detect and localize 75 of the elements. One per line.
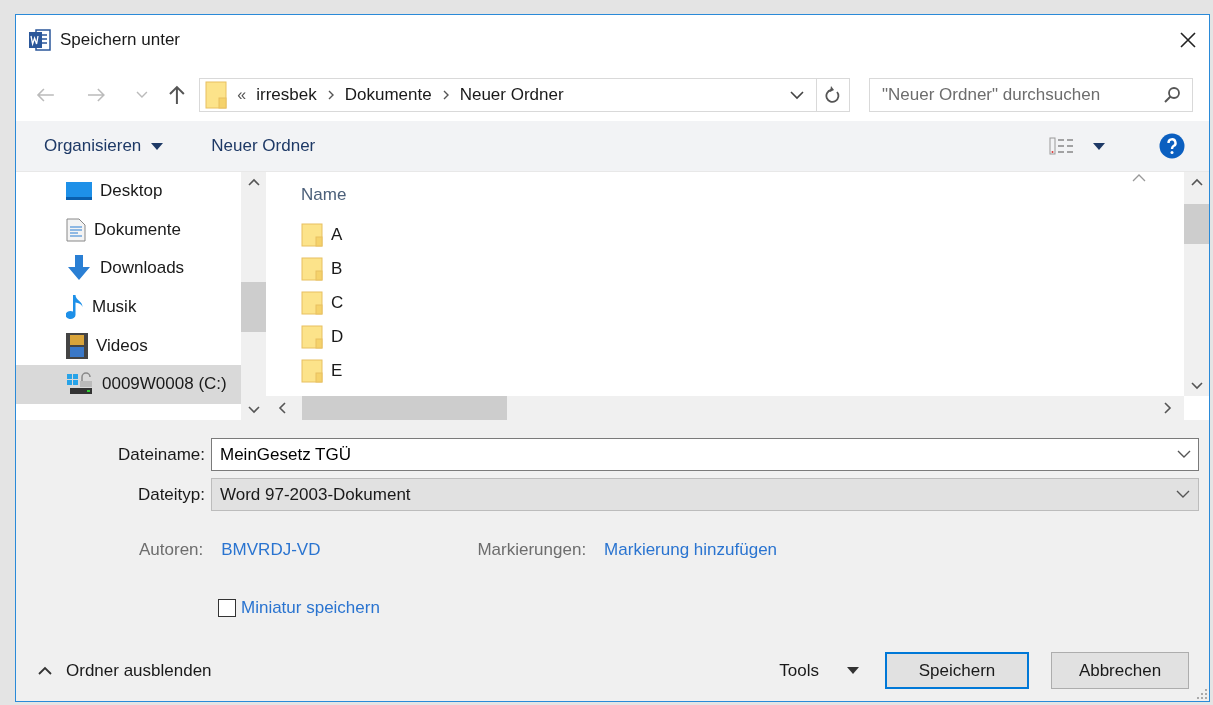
folder-icon	[301, 223, 323, 247]
dialog-button[interactable]: Speichern	[885, 652, 1029, 689]
tools-menu-button[interactable]: Tools	[779, 660, 859, 681]
file-name[interactable]: E	[331, 361, 343, 381]
hide-folders-button[interactable]: Ordner ausblenden	[38, 660, 212, 681]
download-arrow-icon	[66, 255, 92, 282]
folder-icon	[301, 257, 323, 281]
link[interactable]: Markierung hinzufügen	[604, 540, 778, 560]
scrollbar-thumb[interactable]	[302, 396, 507, 420]
chevron-down-icon[interactable]	[247, 406, 260, 414]
word-icon	[28, 28, 52, 52]
breadcrumb[interactable]: Dokumente	[344, 85, 432, 105]
chevron-right-icon[interactable]	[326, 89, 335, 101]
folder-icon	[301, 359, 323, 383]
field-label: Dateiname:	[117, 444, 206, 465]
chevron-up-icon	[38, 666, 52, 675]
dialog-button[interactable]: Abbrechen	[1051, 652, 1189, 689]
nav-item[interactable]: Desktop	[16, 172, 241, 211]
film-strip-icon	[66, 332, 88, 359]
breadcrumb[interactable]: irresbek	[256, 85, 317, 105]
new-folder-button[interactable]: Neuer Ordner	[211, 136, 316, 156]
chevron-up-icon[interactable]	[1190, 178, 1203, 186]
scrollbar[interactable]	[241, 172, 266, 420]
column-header[interactable]: Name	[301, 185, 347, 205]
chevron-down-icon[interactable]	[1190, 382, 1203, 390]
caret-icon	[847, 667, 859, 674]
folder-icon	[301, 325, 323, 349]
sort-caret-icon	[1132, 174, 1146, 182]
chevron-down-icon[interactable]	[790, 90, 805, 100]
nav-item[interactable]: Musik	[16, 287, 241, 327]
scrollbar-thumb[interactable]	[241, 282, 266, 332]
address-bar[interactable]: « irresbek Dokumente Neuer Ordner	[199, 78, 851, 112]
organize-menu-button[interactable]: Organisieren	[44, 136, 164, 156]
drive-icon	[66, 372, 94, 397]
chevron-up-icon[interactable]	[247, 178, 260, 186]
filename-field[interactable]: MeinGesetz TGÜ	[211, 438, 1199, 471]
music-note-icon	[66, 294, 84, 321]
close-icon[interactable]	[1179, 31, 1197, 49]
field-label: Dateityp:	[136, 484, 206, 505]
nav-item[interactable]: Downloads	[16, 249, 241, 288]
chevron-right-icon[interactable]	[441, 89, 450, 101]
field-label: Autoren:	[139, 540, 204, 560]
file-name[interactable]: C	[331, 293, 344, 313]
caret-icon	[151, 142, 164, 150]
resize-grip-icon[interactable]	[1197, 689, 1207, 699]
document-icon	[66, 217, 86, 242]
folder-icon	[205, 81, 228, 109]
field-label: Markierungen:	[477, 540, 587, 560]
chevron-right-icon[interactable]	[1164, 402, 1172, 414]
file-type-dropdown[interactable]: Word 97-2003-Dokument	[211, 478, 1199, 511]
help-icon[interactable]	[1159, 133, 1185, 159]
breadcrumb[interactable]: Neuer Ordner	[459, 85, 564, 105]
desktop-icon	[66, 181, 92, 202]
nav-item[interactable]: Videos	[16, 326, 241, 365]
link[interactable]: BMVRDJ-VD	[221, 540, 321, 560]
folder-icon	[301, 291, 323, 315]
nav-item[interactable]: Dokumente	[16, 210, 241, 250]
checkbox-label[interactable]: Miniatur speichern	[241, 598, 380, 618]
search-icon	[1163, 86, 1182, 104]
file-name[interactable]: B	[331, 259, 343, 279]
caret-icon[interactable]	[1093, 142, 1105, 150]
chevron-down-icon[interactable]	[1176, 490, 1190, 499]
refresh-icon[interactable]	[825, 86, 842, 104]
overflow-chevron[interactable]: «	[237, 86, 247, 104]
file-name[interactable]: A	[331, 225, 343, 245]
checkbox[interactable]	[218, 599, 236, 617]
scrollbar-thumb[interactable]	[1184, 204, 1209, 244]
chevron-down-icon[interactable]	[1177, 450, 1191, 459]
file-name[interactable]: D	[331, 327, 344, 347]
scrollbar[interactable]	[1184, 172, 1209, 396]
nav-item[interactable]: 0009W0008 (C:)	[16, 364, 241, 404]
up-arrow-icon[interactable]	[167, 85, 186, 105]
chevron-left-icon[interactable]	[278, 402, 286, 414]
search-field[interactable]: "Neuer Ordner" durchsuchen	[869, 78, 1194, 112]
window-title: Speichern unter	[60, 30, 181, 50]
